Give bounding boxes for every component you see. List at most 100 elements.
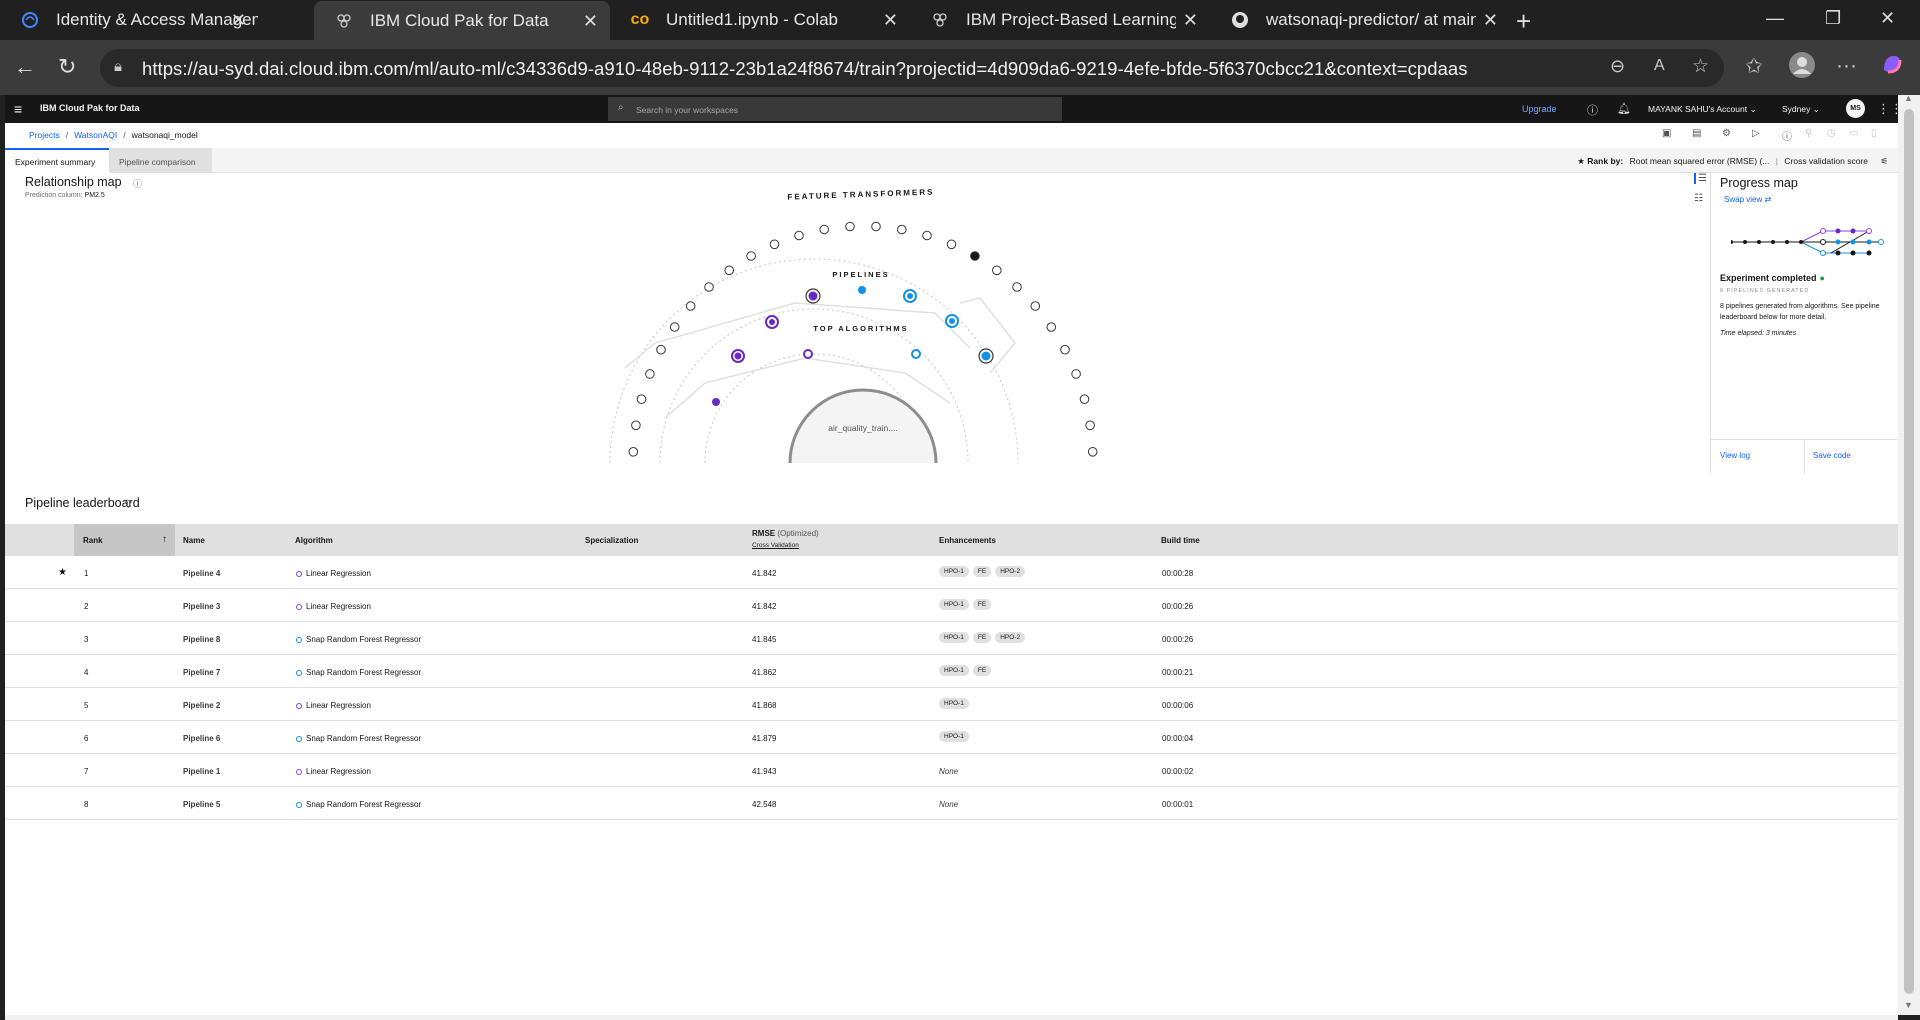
algorithm-node-snap[interactable] bbox=[911, 349, 921, 359]
url-text[interactable]: https://au-syd.dai.cloud.ibm.com/ml/auto… bbox=[142, 58, 1468, 80]
table-row[interactable]: 4 Pipeline 7 Snap Random Forest Regressor 4… bbox=[5, 655, 1898, 688]
map-view-icon[interactable]: ☰ bbox=[1694, 173, 1707, 184]
feature-transformer-node[interactable] bbox=[746, 251, 756, 261]
close-icon[interactable]: ✕ bbox=[231, 10, 246, 31]
rank-by-metric[interactable]: Root mean squared error (RMSE) (... bbox=[1630, 156, 1770, 166]
pipeline-name[interactable]: Pipeline 1 bbox=[183, 767, 220, 776]
list-view-icon[interactable]: ☷ bbox=[1694, 193, 1703, 204]
feature-transformer-node[interactable] bbox=[871, 221, 881, 232]
vertical-scrollbar[interactable]: ▲ ▼ bbox=[1898, 93, 1920, 1015]
algorithm-node-lr[interactable] bbox=[803, 349, 813, 359]
save-code-link[interactable]: Save code bbox=[1813, 451, 1851, 460]
info-icon[interactable]: ⓘ bbox=[133, 177, 142, 190]
avatar[interactable]: MS bbox=[1846, 99, 1865, 118]
feature-transformer-node[interactable] bbox=[1030, 301, 1041, 311]
close-window-icon[interactable]: ✕ bbox=[1880, 8, 1895, 29]
close-icon[interactable]: ✕ bbox=[1483, 10, 1498, 31]
horizontal-scrollbar[interactable] bbox=[5, 1015, 1898, 1020]
browser-tab-active[interactable]: IBM Cloud Pak for Data ✕ bbox=[314, 1, 610, 41]
favorites-icon[interactable]: ✩ bbox=[1745, 54, 1763, 79]
browser-tab[interactable]: watsonaqi-predictor/ at main · ma ✕ bbox=[1210, 0, 1510, 40]
feature-transformer-node[interactable] bbox=[1071, 369, 1081, 379]
app-switcher-icon[interactable]: ⋮⋮ bbox=[1877, 101, 1898, 117]
feature-transformer-node[interactable] bbox=[845, 221, 855, 232]
breadcrumb-projects[interactable]: Projects bbox=[29, 130, 60, 140]
back-icon[interactable]: ← bbox=[14, 54, 36, 80]
tab-experiment-summary[interactable]: Experiment summary bbox=[5, 148, 109, 173]
feature-transformer-node[interactable] bbox=[992, 265, 1002, 276]
url-field[interactable]: 🔒︎ https://au-syd.dai.cloud.ibm.com/ml/a… bbox=[100, 49, 1724, 87]
feature-transformer-node[interactable] bbox=[628, 447, 639, 457]
pipeline-name[interactable]: Pipeline 6 bbox=[183, 734, 220, 743]
header-name[interactable]: Name bbox=[183, 536, 205, 545]
feature-transformer-node[interactable] bbox=[1012, 282, 1022, 292]
restore-icon[interactable]: ❐ bbox=[1825, 8, 1841, 29]
header-specialization[interactable]: Specialization bbox=[585, 536, 638, 545]
tools-icon[interactable]: ⚲ bbox=[1805, 128, 1812, 139]
feature-transformer-node[interactable] bbox=[1060, 344, 1070, 355]
header-cross-validation[interactable]: Cross Validation bbox=[752, 542, 799, 549]
header-enhancements[interactable]: Enhancements bbox=[939, 536, 996, 545]
header-algorithm[interactable]: Algorithm bbox=[295, 536, 333, 545]
zoom-icon[interactable]: ⊖ bbox=[1610, 56, 1625, 77]
calendar-icon[interactable]: ▤ bbox=[1692, 128, 1701, 139]
feature-transformer-node[interactable] bbox=[897, 224, 907, 235]
breadcrumb-project[interactable]: WatsonAQI bbox=[74, 130, 117, 140]
pipeline-name[interactable]: Pipeline 7 bbox=[183, 668, 220, 677]
refresh-icon[interactable]: ↻ bbox=[58, 54, 76, 80]
sort-arrow-icon[interactable]: ↑ bbox=[162, 534, 167, 545]
feature-transformer-node[interactable] bbox=[946, 239, 957, 250]
pipeline-name[interactable]: Pipeline 3 bbox=[183, 602, 220, 611]
header-rmse[interactable]: RMSE (Optimized) bbox=[752, 529, 819, 538]
view-log-link[interactable]: View log bbox=[1720, 451, 1750, 460]
notification-icon[interactable]: 🔔︎ bbox=[1617, 102, 1631, 115]
tab-pipeline-comparison[interactable]: Pipeline comparison bbox=[109, 148, 212, 173]
more-icon[interactable]: ··· bbox=[1836, 54, 1857, 78]
feature-transformer-node[interactable] bbox=[631, 420, 641, 431]
feature-transformer-node[interactable] bbox=[1085, 420, 1095, 431]
menu-icon[interactable]: ≡ bbox=[14, 101, 22, 117]
table-row[interactable]: 7 Pipeline 1 Linear Regression 41.943 None 00… bbox=[5, 754, 1898, 787]
table-row[interactable]: 5 Pipeline 2 Linear Regression 41.868 HPO-1 0… bbox=[5, 688, 1898, 721]
scroll-up-icon[interactable]: ▲ bbox=[1904, 93, 1913, 103]
header-build-time[interactable]: Build time bbox=[1161, 536, 1200, 545]
table-row[interactable]: 3 Pipeline 8 Snap Random Forest Regressor 4… bbox=[5, 622, 1898, 655]
close-icon[interactable]: ✕ bbox=[883, 10, 898, 31]
rank-by-selector[interactable]: ★ Rank by: Root mean squared error (RMSE… bbox=[1577, 156, 1888, 167]
favorite-star-icon[interactable]: ☆ bbox=[1692, 55, 1709, 78]
new-tab-icon[interactable]: + bbox=[1516, 6, 1531, 37]
scrollbar-thumb[interactable] bbox=[1904, 109, 1914, 994]
pipeline-name[interactable]: Pipeline 5 bbox=[183, 800, 220, 809]
table-row[interactable]: 8 Pipeline 5 Snap Random Forest Regressor 4… bbox=[5, 787, 1898, 820]
table-row[interactable]: 6 Pipeline 6 Snap Random Forest Regressor 4… bbox=[5, 721, 1898, 754]
pipeline-node[interactable] bbox=[858, 286, 866, 294]
swap-view-link[interactable]: Swap view ⇄ bbox=[1724, 195, 1771, 204]
copilot-icon[interactable] bbox=[1880, 52, 1904, 82]
sliders-icon[interactable]: ⚟ bbox=[1880, 156, 1888, 166]
scroll-down-icon[interactable]: ▼ bbox=[1904, 1000, 1913, 1010]
feature-transformer-node[interactable] bbox=[704, 282, 714, 292]
browser-tab[interactable]: IBM Project-Based Learning Progr ✕ bbox=[910, 0, 1210, 40]
feature-transformer-node[interactable] bbox=[656, 344, 666, 355]
region-switcher[interactable]: Sydney ⌄ bbox=[1782, 104, 1820, 115]
browser-tab[interactable]: Identity & Access Management - ✕ bbox=[0, 0, 258, 40]
help-icon[interactable]: ⓘ bbox=[1587, 102, 1598, 118]
feature-transformer-node[interactable] bbox=[1046, 322, 1057, 332]
center-source-node[interactable]: air_quality_train.... bbox=[788, 388, 938, 464]
pipeline-name[interactable]: Pipeline 4 bbox=[183, 569, 220, 578]
read-aloud-icon[interactable]: A bbox=[1654, 57, 1665, 75]
highlight-node[interactable] bbox=[712, 398, 720, 406]
feature-transformer-node[interactable] bbox=[794, 230, 804, 241]
pipeline-name[interactable]: Pipeline 2 bbox=[183, 701, 220, 710]
profile-icon[interactable] bbox=[1788, 51, 1816, 85]
search-input[interactable]: ⌕ Search in your workspaces bbox=[608, 97, 1062, 121]
close-icon[interactable]: ✕ bbox=[583, 11, 598, 32]
share-icon[interactable]: ▭ bbox=[1849, 128, 1858, 139]
header-rank[interactable]: Rank bbox=[83, 536, 103, 545]
rank-by-score[interactable]: Cross validation score bbox=[1784, 156, 1868, 166]
run-icon[interactable]: ▷ bbox=[1752, 128, 1760, 139]
panel-icon[interactable]: ▯ bbox=[1871, 128, 1877, 139]
save-icon[interactable]: ▣ bbox=[1662, 128, 1671, 139]
feature-transformer-node[interactable] bbox=[724, 265, 735, 276]
settings-icon[interactable]: ⚙ bbox=[1722, 128, 1731, 139]
